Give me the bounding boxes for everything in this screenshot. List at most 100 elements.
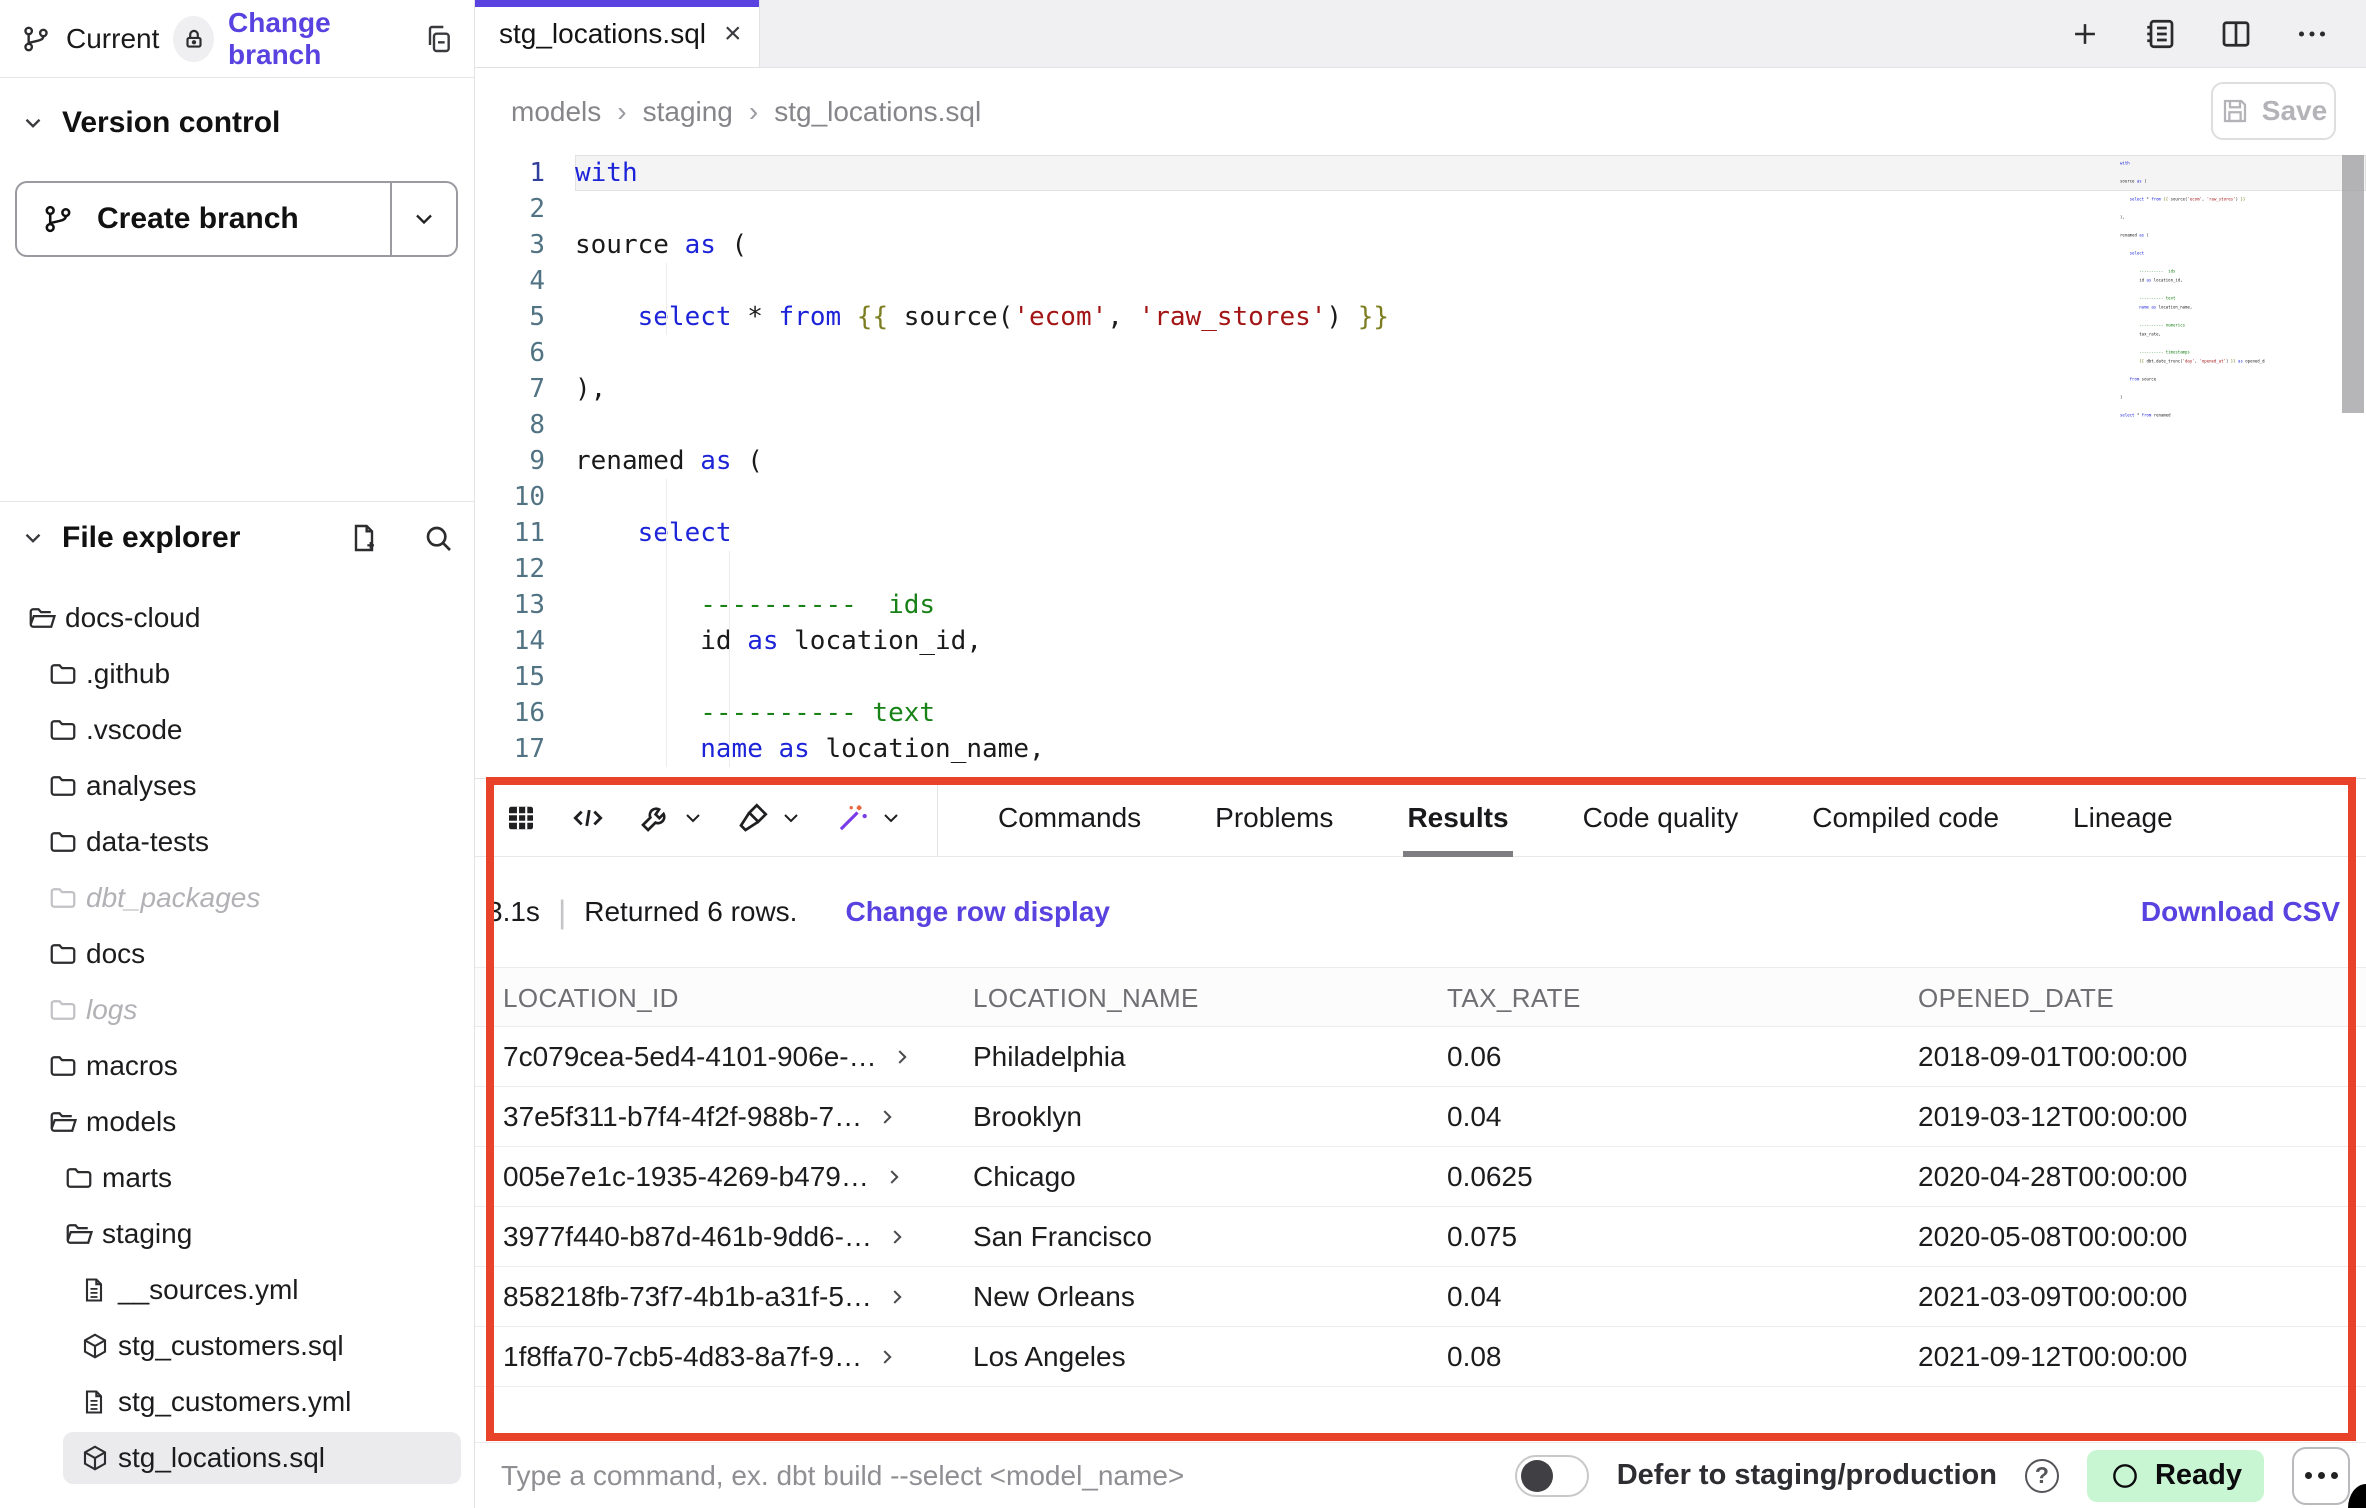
code-line[interactable]: 1with xyxy=(475,155,2366,191)
panel-tab-problems[interactable]: Problems xyxy=(1211,779,1337,856)
code-line[interactable]: 12 xyxy=(475,551,2366,587)
code-line[interactable]: 7), xyxy=(475,371,2366,407)
chevron-down-icon[interactable] xyxy=(20,110,46,136)
close-tab-icon[interactable]: × xyxy=(724,19,742,49)
breadcrumb-file[interactable]: stg_locations.sql xyxy=(774,96,981,128)
build-tools-dropdown[interactable] xyxy=(637,800,705,836)
save-button[interactable]: Save xyxy=(2211,82,2336,140)
column-header-location_id[interactable]: LOCATION_ID xyxy=(503,968,953,1028)
file-tree-item-docs-cloud[interactable]: docs-cloud xyxy=(0,590,474,646)
file-tree-item-staging[interactable]: staging xyxy=(0,1206,474,1262)
notebook-icon[interactable] xyxy=(2142,16,2178,52)
more-options-icon[interactable] xyxy=(2294,16,2330,52)
help-icon[interactable]: ? xyxy=(2025,1459,2059,1493)
copy-icon[interactable] xyxy=(422,23,454,55)
expand-cell-icon[interactable] xyxy=(886,1226,908,1248)
code-editor[interactable]: 1with23source as (45 select * from {{ so… xyxy=(475,155,2366,778)
expand-cell-icon[interactable] xyxy=(891,1046,913,1068)
code-line[interactable]: 9renamed as ( xyxy=(475,443,2366,479)
file-tree-item-stg-locations-sql[interactable]: stg_locations.sql xyxy=(0,1430,474,1486)
code-line[interactable]: 5 select * from {{ source('ecom', 'raw_s… xyxy=(475,299,2366,335)
file-tree-item--sources-yml[interactable]: __sources.yml xyxy=(0,1262,474,1318)
table-cell: Chicago xyxy=(973,1147,1423,1207)
code-line[interactable]: 15 xyxy=(475,659,2366,695)
file-tree-item-data-tests[interactable]: data-tests xyxy=(0,814,474,870)
ai-assist-dropdown[interactable] xyxy=(833,799,903,837)
format-dropdown[interactable] xyxy=(735,800,803,836)
code-line[interactable]: 6 xyxy=(475,335,2366,371)
ready-label: Ready xyxy=(2155,1459,2242,1492)
table-row[interactable]: 005e7e1c-1935-4269-b479…Chicago0.0625202… xyxy=(475,1147,2366,1207)
create-branch-button[interactable]: Create branch xyxy=(15,181,458,257)
broom-icon xyxy=(735,800,771,836)
file-tree-item-analyses[interactable]: analyses xyxy=(0,758,474,814)
table-cell: 7c079cea-5ed4-4101-906e-… xyxy=(503,1027,953,1087)
file-tree-item-docs[interactable]: docs xyxy=(0,926,474,982)
file-tree-item-dbt-packages[interactable]: dbt_packages xyxy=(0,870,474,926)
code-line[interactable]: 17 name as location_name, xyxy=(475,731,2366,767)
more-menu-button[interactable] xyxy=(2292,1447,2350,1505)
table-row[interactable]: 37e5f311-b7f4-4f2f-988b-7…Brooklyn0.0420… xyxy=(475,1087,2366,1147)
panel-tab-lineage[interactable]: Lineage xyxy=(2069,779,2177,856)
table-cell: 3977f440-b87d-461b-9dd6-… xyxy=(503,1207,953,1267)
editor-scrollbar[interactable] xyxy=(2342,155,2364,413)
table-cell: 0.04 xyxy=(1447,1087,1897,1147)
file-tree-item-label: __sources.yml xyxy=(118,1274,299,1306)
code-line[interactable]: 13 ---------- ids xyxy=(475,587,2366,623)
panel-tab-commands[interactable]: Commands xyxy=(994,779,1145,856)
code-line[interactable]: 14 id as location_id, xyxy=(475,623,2366,659)
table-row[interactable]: 7c079cea-5ed4-4101-906e-…Philadelphia0.0… xyxy=(475,1027,2366,1087)
new-tab-icon[interactable] xyxy=(2068,17,2102,51)
file-tree-item--github[interactable]: .github xyxy=(0,646,474,702)
column-header-tax_rate[interactable]: TAX_RATE xyxy=(1447,968,1897,1028)
editor-tab-stg-locations[interactable]: stg_locations.sql × xyxy=(475,0,760,67)
table-row[interactable]: 1f8ffa70-7cb5-4d83-8a7f-9…Los Angeles0.0… xyxy=(475,1327,2366,1387)
table-cell: San Francisco xyxy=(973,1207,1423,1267)
search-icon[interactable] xyxy=(422,522,454,554)
ready-status-badge[interactable]: Ready xyxy=(2087,1450,2264,1502)
file-tree-item-marts[interactable]: marts xyxy=(0,1150,474,1206)
expand-cell-icon[interactable] xyxy=(883,1166,905,1188)
defer-toggle[interactable] xyxy=(1515,1455,1589,1497)
new-file-icon[interactable] xyxy=(348,522,380,554)
command-input[interactable] xyxy=(501,1460,1487,1492)
column-header-location_name[interactable]: LOCATION_NAME xyxy=(973,968,1423,1028)
panel-tab-results[interactable]: Results xyxy=(1403,779,1512,856)
breadcrumb-separator: › xyxy=(749,96,758,128)
breadcrumb-staging[interactable]: staging xyxy=(643,96,733,128)
code-line[interactable]: 2 xyxy=(475,191,2366,227)
expand-cell-icon[interactable] xyxy=(876,1106,898,1128)
split-editor-icon[interactable] xyxy=(2218,16,2254,52)
change-row-display-link[interactable]: Change row display xyxy=(845,896,1110,928)
code-icon[interactable] xyxy=(569,799,607,837)
breadcrumb-models[interactable]: models xyxy=(511,96,601,128)
expand-cell-icon[interactable] xyxy=(886,1286,908,1308)
download-csv-link[interactable]: Download CSV xyxy=(2141,896,2340,928)
file-tree-item-stg-customers-yml[interactable]: stg_customers.yml xyxy=(0,1374,474,1430)
table-row[interactable]: 3977f440-b87d-461b-9dd6-…San Francisco0.… xyxy=(475,1207,2366,1267)
file-tree-item-logs[interactable]: logs xyxy=(0,982,474,1038)
file-tree-item--vscode[interactable]: .vscode xyxy=(0,702,474,758)
returned-rows-text: Returned 6 rows. xyxy=(584,896,797,928)
code-line[interactable]: 16 ---------- text xyxy=(475,695,2366,731)
line-number: 9 xyxy=(475,443,575,479)
column-header-opened_date[interactable]: OPENED_DATE xyxy=(1918,968,2358,1028)
code-line[interactable]: 4 xyxy=(475,263,2366,299)
chevron-down-icon[interactable] xyxy=(20,525,46,551)
panel-tab-compiled-code[interactable]: Compiled code xyxy=(1808,779,2003,856)
file-tree-item-macros[interactable]: macros xyxy=(0,1038,474,1094)
change-branch-link[interactable]: Change branch xyxy=(228,7,408,71)
table-row[interactable]: 858218fb-73f7-4b1b-a31f-5…New Orleans0.0… xyxy=(475,1267,2366,1327)
code-line[interactable]: 10 xyxy=(475,479,2366,515)
code-line[interactable]: 3source as ( xyxy=(475,227,2366,263)
expand-cell-icon[interactable] xyxy=(876,1346,898,1368)
create-branch-main[interactable]: Create branch xyxy=(17,183,390,255)
results-grid-icon[interactable] xyxy=(503,800,539,836)
panel-tab-code-quality[interactable]: Code quality xyxy=(1579,779,1743,856)
file-tree-item-models[interactable]: models xyxy=(0,1094,474,1150)
create-branch-dropdown[interactable] xyxy=(390,183,456,255)
file-tree-item-stg-customers-sql[interactable]: stg_customers.sql xyxy=(0,1318,474,1374)
minimap[interactable]: with source as ( select * from {{ source… xyxy=(2120,159,2265,439)
code-line[interactable]: 11 select xyxy=(475,515,2366,551)
code-line[interactable]: 8 xyxy=(475,407,2366,443)
